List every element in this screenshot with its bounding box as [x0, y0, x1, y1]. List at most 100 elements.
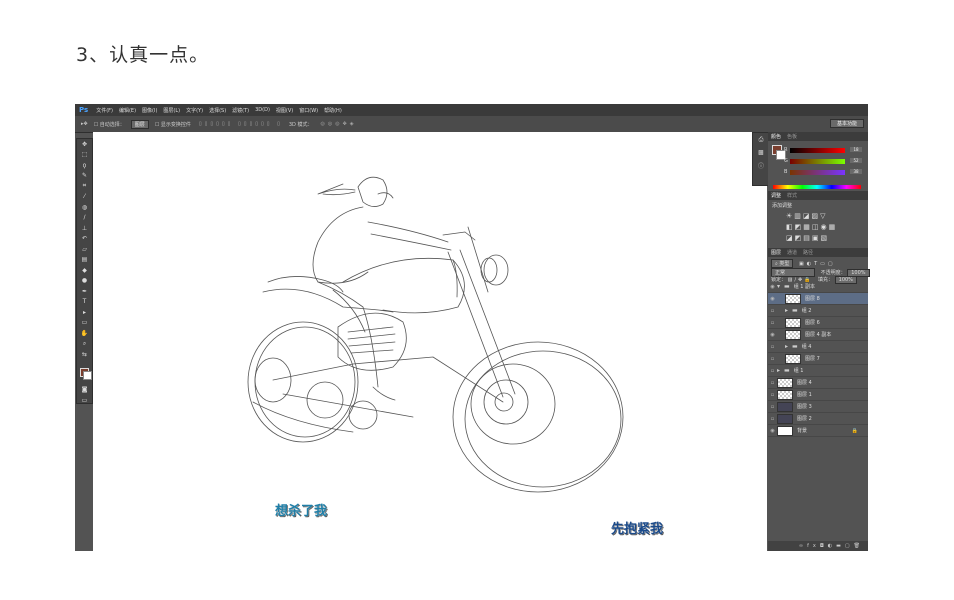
- menu-help[interactable]: 帮助(H): [324, 107, 342, 114]
- stamp-tool-icon[interactable]: ⊥: [77, 223, 92, 234]
- visibility-eye-icon[interactable]: ▫: [768, 368, 777, 374]
- tab-color[interactable]: 颜色: [771, 133, 781, 140]
- layer-row[interactable]: ◉ 背景 🔒: [768, 425, 868, 437]
- expand-arrow-icon[interactable]: ▾: [777, 283, 780, 290]
- layer-row[interactable]: ◉ 图层 8: [768, 293, 868, 305]
- hand-tool-icon[interactable]: ✋: [77, 328, 92, 339]
- workspace-dropdown[interactable]: 基本功能: [829, 119, 864, 128]
- new-layer-icon[interactable]: ▢: [845, 543, 854, 549]
- color-spectrum[interactable]: [773, 185, 861, 189]
- r-slider[interactable]: [790, 148, 845, 153]
- filter-icons[interactable]: ▣◐T▭▢: [799, 261, 836, 267]
- visibility-eye-icon[interactable]: ▫: [768, 356, 777, 362]
- adjustment-icons-row3[interactable]: ◪◩▤▣▧: [786, 234, 829, 242]
- layer-row[interactable]: ▫ 图层 3: [768, 401, 868, 413]
- layer-row[interactable]: ▫ ▸ ▬ 组 1: [768, 365, 868, 377]
- visibility-eye-icon[interactable]: ▫: [768, 320, 777, 326]
- menu-layer[interactable]: 图层(L): [163, 107, 180, 114]
- brush-preset-icon[interactable]: ▩: [753, 146, 769, 159]
- visibility-eye-icon[interactable]: ◉: [768, 296, 777, 302]
- menu-3d[interactable]: 3D(D): [255, 107, 270, 113]
- visibility-eye-icon[interactable]: ▫: [768, 404, 777, 410]
- visibility-eye-icon[interactable]: ▫: [768, 308, 777, 314]
- document-canvas[interactable]: 想杀了我 先抱紧我: [93, 132, 767, 551]
- layer-row[interactable]: ▫ ▸ ▬ 组 4: [768, 341, 868, 353]
- zoom-tool-icon[interactable]: ⌕: [77, 339, 92, 350]
- r-value[interactable]: 18: [850, 147, 862, 152]
- visibility-eye-icon[interactable]: ▫: [768, 392, 777, 398]
- layer-row[interactable]: ▫ 图层 7: [768, 353, 868, 365]
- layer-row[interactable]: ▫ 图层 2: [768, 413, 868, 425]
- menu-filter[interactable]: 滤镜(T): [232, 107, 249, 114]
- swap-colors-icon[interactable]: ⇆: [77, 349, 92, 360]
- pen-tool-icon[interactable]: ✒: [77, 286, 92, 297]
- visibility-eye-icon[interactable]: ◉: [768, 428, 777, 434]
- move-tool-icon[interactable]: ✥: [77, 139, 92, 150]
- marquee-tool-icon[interactable]: ⬚: [77, 150, 92, 161]
- path-select-tool-icon[interactable]: ▸: [77, 307, 92, 318]
- layer-row[interactable]: ▫ 图层 4: [768, 377, 868, 389]
- collapse-arrow-icon[interactable]: ▸: [785, 307, 788, 314]
- tab-adjustments[interactable]: 调整: [771, 192, 781, 199]
- lasso-tool-icon[interactable]: ϙ: [77, 160, 92, 171]
- dodge-tool-icon[interactable]: ●: [77, 276, 92, 287]
- history-icon[interactable]: ⎙: [753, 133, 769, 146]
- auto-select-dropdown[interactable]: 图层: [130, 119, 149, 129]
- layer-row[interactable]: ◉ 图层 4 副本: [768, 329, 868, 341]
- blur-tool-icon[interactable]: ◆: [77, 265, 92, 276]
- visibility-eye-icon[interactable]: ◉: [768, 284, 777, 290]
- gradient-tool-icon[interactable]: ▤: [77, 255, 92, 266]
- eyedropper-tool-icon[interactable]: ⁄: [77, 192, 92, 203]
- brush-tool-icon[interactable]: ∕: [77, 213, 92, 224]
- visibility-eye-icon[interactable]: ▫: [768, 380, 777, 386]
- quick-mask-icon[interactable]: ◙: [77, 384, 92, 395]
- add-mask-icon[interactable]: ◘: [820, 543, 828, 549]
- menu-file[interactable]: 文件(F): [96, 107, 113, 114]
- tab-channels[interactable]: 通道: [787, 249, 797, 256]
- 3d-mode-icons[interactable]: ◎◎◎✥◈: [320, 121, 356, 127]
- adjustment-icons-row2[interactable]: ◧◩▦◫◉▦: [786, 223, 837, 231]
- delete-layer-icon[interactable]: 🗑: [854, 543, 864, 549]
- adjustment-icons-row1[interactable]: ☀▥◪▨▽: [786, 212, 828, 220]
- menu-edit[interactable]: 编辑(E): [119, 107, 136, 114]
- new-group-icon[interactable]: ▬: [836, 543, 845, 549]
- history-brush-tool-icon[interactable]: ↶: [77, 234, 92, 245]
- eraser-tool-icon[interactable]: ▱: [77, 244, 92, 255]
- layer-row[interactable]: ▫ ▸ ▬ 组 2: [768, 305, 868, 317]
- tab-swatches[interactable]: 色板: [787, 133, 797, 140]
- menu-select[interactable]: 选择(S): [209, 107, 226, 114]
- crop-tool-icon[interactable]: ⌗: [77, 181, 92, 192]
- healing-tool-icon[interactable]: ◍: [77, 202, 92, 213]
- show-transform-checkbox[interactable]: ☐ 显示变换控件: [155, 121, 191, 128]
- menu-window[interactable]: 窗口(W): [299, 107, 318, 114]
- layer-row[interactable]: ▫ 图层 1: [768, 389, 868, 401]
- b-slider[interactable]: [790, 170, 845, 175]
- quick-select-tool-icon[interactable]: ✎: [77, 171, 92, 182]
- move-tool-icon[interactable]: ▸✥: [81, 121, 88, 127]
- background-color-swatch[interactable]: [83, 371, 92, 380]
- collapse-arrow-icon[interactable]: ▸: [785, 343, 788, 350]
- new-adjustment-icon[interactable]: ◐: [828, 543, 836, 549]
- layer-row[interactable]: ▫ 图层 6: [768, 317, 868, 329]
- kind-filter-dropdown[interactable]: ⌕ 类型: [771, 259, 794, 268]
- tab-styles[interactable]: 样式: [787, 192, 797, 199]
- shape-tool-icon[interactable]: ▭: [77, 318, 92, 329]
- auto-select-checkbox[interactable]: ☐ 自动选择：: [94, 121, 125, 128]
- collapse-arrow-icon[interactable]: ▸: [777, 367, 780, 374]
- menu-view[interactable]: 视图(V): [276, 107, 293, 114]
- align-icons[interactable]: ▯▯▯▯▯▯ ▯▯▯▯▯▯ ▯: [199, 121, 283, 127]
- b-value[interactable]: 38: [850, 169, 862, 174]
- tab-layers[interactable]: 图层: [771, 249, 781, 256]
- info-icon[interactable]: ⓘ: [753, 159, 769, 172]
- fx-icon[interactable]: fx: [807, 543, 820, 549]
- visibility-eye-icon[interactable]: ◉: [768, 332, 777, 338]
- type-tool-icon[interactable]: T: [77, 297, 92, 308]
- g-slider[interactable]: [790, 159, 845, 164]
- g-value[interactable]: 52: [850, 158, 862, 163]
- screen-mode-icon[interactable]: ▭: [77, 395, 92, 406]
- menu-type[interactable]: 文字(Y): [186, 107, 203, 114]
- visibility-eye-icon[interactable]: ▫: [768, 344, 777, 350]
- menu-image[interactable]: 图像(I): [142, 107, 157, 114]
- link-layers-icon[interactable]: ∞: [799, 543, 807, 549]
- layer-row[interactable]: ◉ ▾ ▬ 组 1 副本: [768, 281, 868, 293]
